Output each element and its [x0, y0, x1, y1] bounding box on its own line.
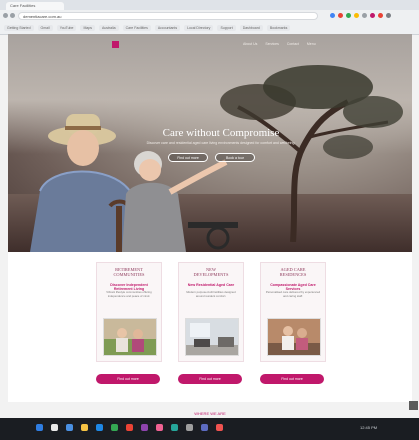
card-body: Personalised care delivered by experienc… [265, 290, 321, 298]
card-image-interior [185, 318, 239, 356]
site-logo[interactable] [112, 41, 119, 48]
card-title: RETIREMENT COMMUNITIES [97, 267, 161, 277]
hero-banner: About Us Services Contact Menu Care with… [8, 34, 412, 252]
card-cta-button[interactable]: Find out more [178, 374, 242, 384]
system-tray-clock: 12:45 PM [360, 425, 378, 430]
app-icon[interactable] [156, 424, 163, 431]
card-image-couple [103, 318, 157, 356]
forward-icon[interactable] [10, 13, 15, 18]
card-aged-care-residences: AGED CARE RESIDENCES Compassionate Aged … [260, 262, 326, 362]
section-heading: WHERE WE ARE [194, 411, 226, 416]
bookmark[interactable]: Support [217, 24, 236, 31]
chrome-icon[interactable] [126, 424, 133, 431]
search-icon[interactable] [51, 424, 58, 431]
app-icon[interactable] [216, 424, 223, 431]
bookmark[interactable]: Maps [80, 24, 96, 31]
nav-link[interactable]: About Us [243, 42, 257, 46]
address-bar[interactable]: dementiacare.com.au [18, 12, 318, 20]
scroll-to-top-button[interactable] [409, 401, 418, 410]
folder-icon[interactable] [81, 424, 88, 431]
back-icon[interactable] [3, 13, 8, 18]
app-icon[interactable] [141, 424, 148, 431]
app-icon[interactable] [186, 424, 193, 431]
taskview-icon[interactable] [66, 424, 73, 431]
bookmark[interactable]: Gmail [37, 24, 53, 31]
card-new-developments: NEW DEVELOPMENTS New Residential Aged Ca… [178, 262, 244, 362]
services-section: RETIREMENT COMMUNITIES Discover Independ… [8, 252, 412, 402]
nav-link[interactable]: Contact [287, 42, 299, 46]
card-title-line: COMMUNITIES [113, 272, 145, 277]
menu-kebab-icon[interactable] [386, 13, 391, 18]
card-retirement-communities: RETIREMENT COMMUNITIES Discover Independ… [96, 262, 162, 362]
extension-icon[interactable] [346, 13, 351, 18]
extension-icon[interactable] [370, 13, 375, 18]
hero-subline: Discover care and residential aged care … [146, 141, 296, 145]
card-title-line: DEVELOPMENTS [193, 272, 229, 277]
card-body: Modern purpose-built facilities designed… [186, 290, 236, 298]
card-image-care [267, 318, 321, 356]
elderly-woman-photo [122, 151, 238, 252]
app-icon[interactable] [201, 424, 208, 431]
extension-icon[interactable] [330, 13, 335, 18]
card-title: AGED CARE RESIDENCES [261, 267, 325, 277]
extension-icon[interactable] [362, 13, 367, 18]
hero-button-secondary[interactable]: Book a tour [215, 153, 255, 162]
taskbar-icons [36, 424, 223, 431]
tab-strip: Care Facilities [0, 0, 419, 10]
browser-chrome: Care Facilities dementiacare.com.au Gett… [0, 0, 419, 35]
start-icon[interactable] [36, 424, 43, 431]
nav-link[interactable]: Services [265, 42, 278, 46]
bookmark[interactable]: Care Facilities [122, 24, 151, 31]
bookmark[interactable]: Bookmarks [266, 24, 291, 31]
bookmark[interactable]: Local Directory [184, 24, 214, 31]
card-title-line: RESIDENCES [279, 272, 307, 277]
hero-headline: Care without Compromise [162, 127, 280, 139]
bookmark[interactable]: Accountants [154, 24, 181, 31]
browser-tab[interactable]: Care Facilities [6, 2, 64, 10]
app-icon[interactable] [171, 424, 178, 431]
app-icon[interactable] [111, 424, 118, 431]
card-cta-button[interactable]: Find out more [260, 374, 324, 384]
menu-icon[interactable]: Menu [307, 42, 316, 46]
os-taskbar: 12:45 PM [0, 418, 419, 440]
bookmark[interactable]: Getting Started [4, 24, 34, 31]
bookmark[interactable]: Dashboard [239, 24, 263, 31]
mail-icon[interactable] [96, 424, 103, 431]
screen: Care Facilities dementiacare.com.au Gett… [0, 0, 419, 440]
hero-button-primary[interactable]: Find out more [168, 153, 208, 162]
card-body: Vibrant lifestyle communities offering i… [106, 290, 152, 298]
top-nav: About Us Services Contact Menu [243, 42, 316, 46]
card-title: NEW DEVELOPMENTS [179, 267, 243, 277]
bookmarks-bar: Getting Started Gmail YouTube Maps Austr… [0, 22, 419, 33]
profile-avatar[interactable] [378, 13, 383, 18]
bookmark[interactable]: YouTube [56, 24, 77, 31]
extension-icon[interactable] [354, 13, 359, 18]
card-cta-button[interactable]: Find out more [96, 374, 160, 384]
bookmark[interactable]: Australia [99, 24, 119, 31]
extension-icon[interactable] [338, 13, 343, 18]
card-subtitle: New Residential Aged Care [187, 283, 235, 287]
